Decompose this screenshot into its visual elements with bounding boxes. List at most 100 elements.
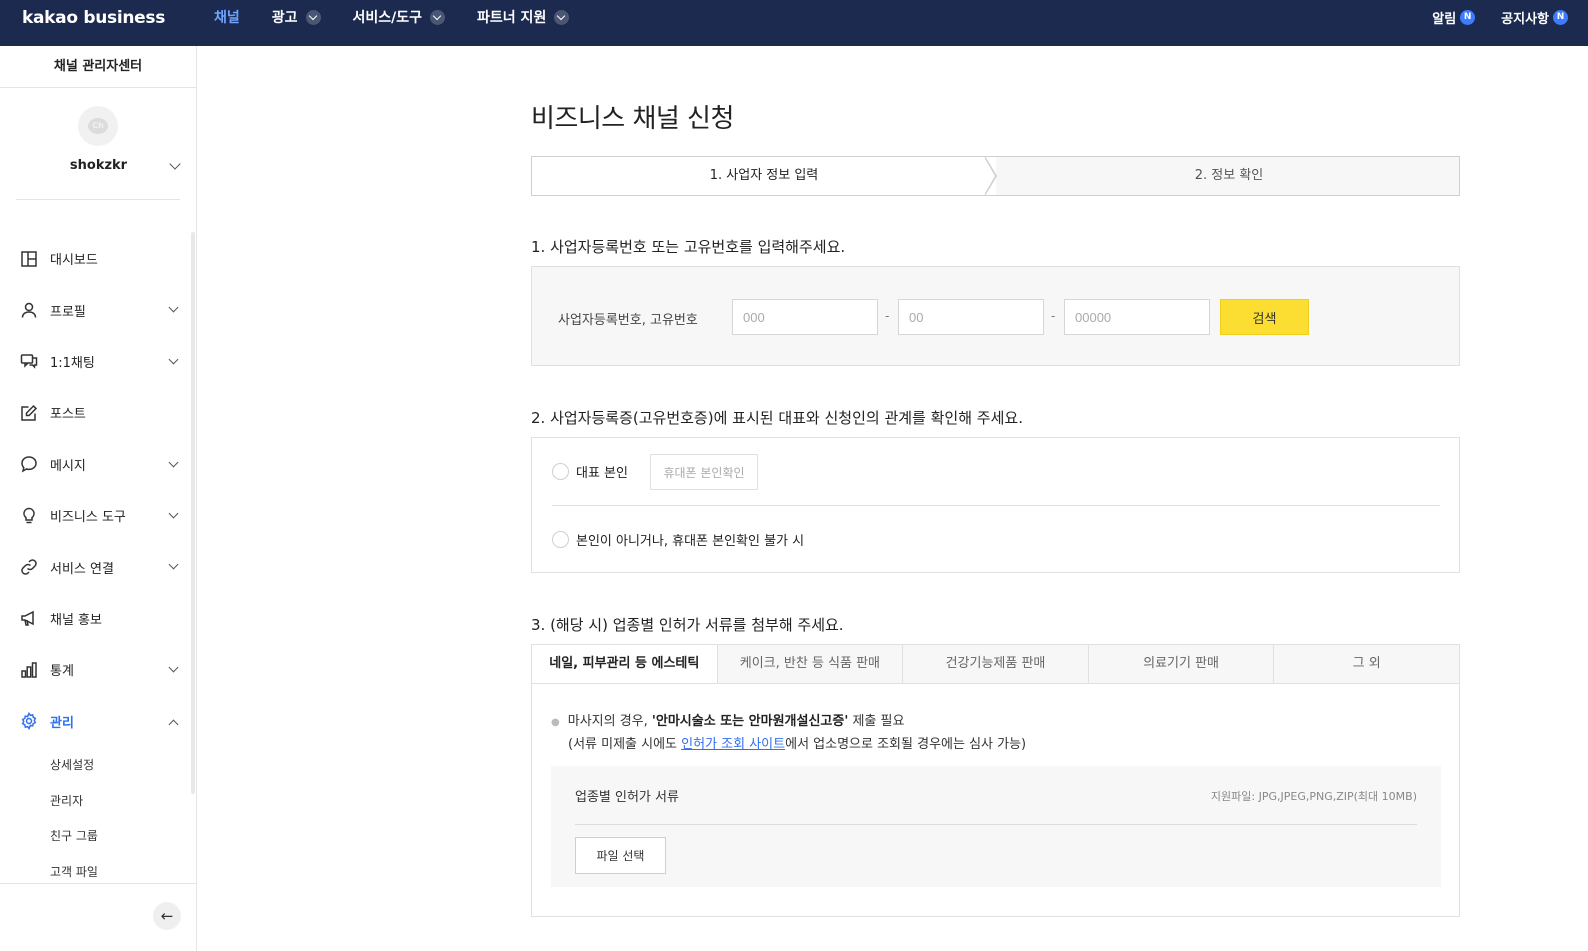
sidebar-item-channel-promotion[interactable]: 채널 홍보 (0, 593, 196, 644)
sidebar-item-profile[interactable]: 프로필 (0, 284, 196, 335)
chevron-down-icon (168, 302, 179, 313)
sidebar-item-label: 대시보드 (50, 253, 98, 269)
sidebar-item-label: 포스트 (50, 407, 86, 423)
sidebar-item-service-link[interactable]: 서비스 연결 (0, 541, 196, 592)
notice-label: 공지사항 (1501, 11, 1549, 27)
sidebar-subitem-friend-groups[interactable]: 친구 그룹 (50, 818, 196, 854)
tab-aesthetic[interactable]: 네일, 피부관리 등 에스테틱 (532, 645, 717, 683)
nav-channel[interactable]: 채널 (214, 7, 240, 27)
sidebar-item-message[interactable]: 메시지 (0, 439, 196, 490)
radio-not-representative[interactable]: 본인이 아니거나, 휴대폰 본인확인 불가 시 (552, 530, 804, 549)
chevron-down-icon (168, 662, 179, 673)
alarm-label: 알림 (1432, 11, 1457, 27)
sidebar-item-dashboard[interactable]: 대시보드 (0, 233, 196, 284)
separator: - (1051, 309, 1056, 323)
chevron-down-icon (305, 9, 321, 25)
business-number-label: 사업자등록번호, 고유번호 (558, 313, 698, 328)
collapse-sidebar-button[interactable]: ← (153, 902, 181, 930)
note-prefix: 마사지의 경우, (567, 714, 652, 729)
radio-label: 대표 본인 (576, 466, 628, 481)
sidebar-item-management[interactable]: 관리 (0, 696, 196, 747)
sidebar-item-label: 비즈니스 도구 (50, 510, 126, 526)
section-2-title: 2. 사업자등록증(고유번호증)에 표시된 대표와 신청인의 관계를 확인해 주… (531, 409, 1023, 427)
nav-ads[interactable]: 광고 (272, 7, 321, 27)
sidebar-item-chat[interactable]: 1:1채팅 (0, 336, 196, 387)
sidebar-item-label: 관리 (50, 715, 74, 731)
chevron-down-icon (168, 559, 179, 570)
section-3-title: 3. (해당 시) 업종별 인허가 서류를 첨부해 주세요. (531, 616, 844, 634)
tab-other[interactable]: 그 외 (1273, 645, 1459, 683)
channel-logo-icon: Ch (88, 118, 108, 134)
link-icon (20, 558, 38, 576)
tab-food[interactable]: 케이크, 반찬 등 식품 판매 (716, 645, 903, 683)
tab-health-supplements[interactable]: 건강기능제품 판매 (902, 645, 1088, 683)
business-number-input-2[interactable] (898, 299, 1044, 335)
business-number-box: 사업자등록번호, 고유번호 - - 검색 (531, 266, 1460, 366)
note2-prefix: (서류 미제출 시에도 (568, 737, 682, 752)
chevron-down-icon (430, 9, 446, 25)
radio-representative[interactable]: 대표 본인 (552, 462, 628, 481)
sidebar-item-label: 프로필 (50, 304, 86, 320)
gear-icon (20, 712, 38, 731)
chevron-down-icon (554, 9, 570, 25)
kakao-business-logo[interactable]: kakao business (22, 8, 165, 28)
upload-file-hint: 지원파일: JPG,JPEG,PNG,ZIP(최대 10MB) (1210, 790, 1417, 803)
sidebar-item-post[interactable]: 포스트 (0, 387, 196, 438)
management-submenu: 상세설정 관리자 친구 그룹 고객 파일 (0, 747, 196, 889)
notice-link[interactable]: 공지사항 N (1501, 8, 1568, 27)
phone-verify-button[interactable]: 휴대폰 본인확인 (650, 454, 758, 490)
header-right: 알림 N 공지사항 N (1406, 0, 1568, 34)
tab-panel: ● 마사지의 경우, '안마시술소 또는 안마원개설신고증' 제출 필요 (서류 … (531, 683, 1460, 917)
account-name[interactable]: shokzkr (16, 158, 181, 173)
person-icon (20, 301, 38, 319)
divider (575, 824, 1417, 825)
note2-suffix: 에서 업소명으로 조회될 경우에는 심사 가능) (785, 737, 1027, 752)
sidebar-item-business-tools[interactable]: 비즈니스 도구 (0, 490, 196, 541)
radio-label: 본인이 아니거나, 휴대폰 본인확인 불가 시 (576, 534, 805, 549)
nav-partner-label: 파트너 지원 (477, 10, 547, 26)
sidebar-item-label: 서비스 연결 (50, 561, 114, 577)
sidebar-item-label: 메시지 (50, 458, 86, 474)
step-1: 1. 사업자 정보 입력 (532, 157, 996, 195)
chevron-up-icon (168, 719, 179, 729)
radio-button[interactable] (552, 531, 569, 548)
sidebar-title: 채널 관리자센터 (0, 46, 196, 88)
sidebar-menu: 대시보드 프로필 1:1채팅 포스트 메시지 비즈니스 도구 서비스 연결 채널… (0, 233, 196, 889)
tab-medical-devices[interactable]: 의료기기 판매 (1087, 645, 1274, 683)
industry-tabs: 네일, 피부관리 등 에스테틱 케이크, 반찬 등 식품 판매 건강기능제품 판… (531, 644, 1460, 684)
step-arrow (984, 157, 995, 195)
divider (552, 505, 1440, 506)
business-number-input-1[interactable] (732, 299, 878, 335)
sidebar-item-statistics[interactable]: 통계 (0, 644, 196, 695)
alarm-link[interactable]: 알림 N (1432, 8, 1476, 27)
nav-services-tools[interactable]: 서비스/도구 (353, 7, 446, 27)
arrow-left-icon: ← (160, 907, 174, 925)
chart-icon (20, 661, 38, 679)
notice-text: ● 마사지의 경우, '안마시술소 또는 안마원개설신고증' 제출 필요 (서류 … (551, 711, 1026, 756)
upload-area: 업종별 인허가 서류 지원파일: JPG,JPEG,PNG,ZIP(최대 10M… (551, 766, 1441, 887)
message-icon (20, 455, 38, 473)
sidebar: 채널 관리자센터 Ch shokzkr 대시보드 프로필 1:1채팅 포스트 메… (0, 46, 197, 951)
page-title: 비즈니스 채널 신청 (531, 104, 734, 134)
chevron-down-icon (168, 354, 179, 365)
chevron-down-icon (168, 457, 179, 468)
new-badge: N (1460, 9, 1476, 25)
license-lookup-link[interactable]: 인허가 조회 사이트 (681, 737, 785, 752)
business-number-input-3[interactable] (1064, 299, 1210, 335)
nav-channel-label: 채널 (214, 10, 240, 26)
sidebar-footer: ← (0, 883, 196, 951)
relationship-box: 대표 본인 휴대폰 본인확인 본인이 아니거나, 휴대폰 본인확인 불가 시 (531, 437, 1460, 573)
sidebar-item-label: 채널 홍보 (50, 612, 102, 628)
channel-profile: Ch shokzkr (16, 88, 181, 200)
nav-partner-support[interactable]: 파트너 지원 (477, 7, 570, 27)
new-badge: N (1553, 9, 1568, 25)
step-indicator: 1. 사업자 정보 입력 2. 정보 확인 (531, 156, 1460, 196)
search-button[interactable]: 검색 (1220, 299, 1309, 335)
chevron-down-icon (168, 508, 179, 519)
file-select-button[interactable]: 파일 선택 (575, 837, 666, 874)
sidebar-item-label: 1:1채팅 (50, 355, 95, 371)
sidebar-subitem-settings[interactable]: 상세설정 (50, 747, 196, 783)
sidebar-subitem-admins[interactable]: 관리자 (50, 782, 196, 818)
bulb-icon (20, 507, 38, 525)
radio-button[interactable] (552, 463, 569, 480)
